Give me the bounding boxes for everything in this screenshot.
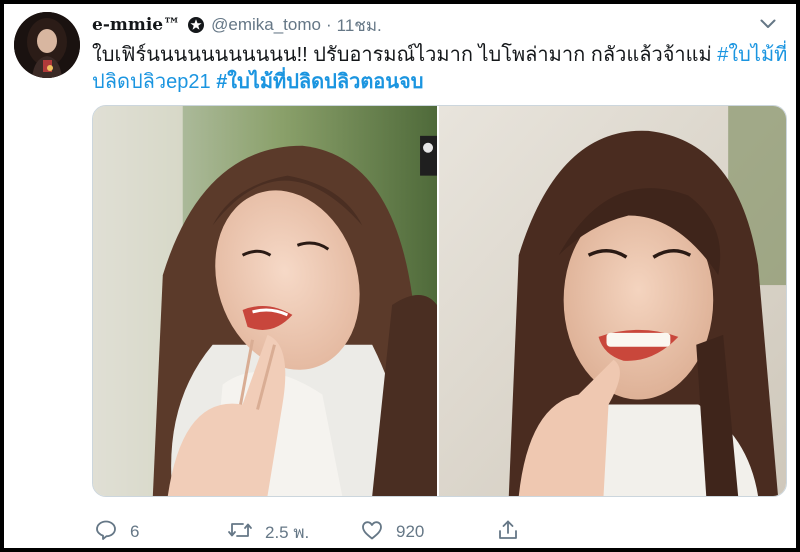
hashtag-link-2[interactable]: #ใบไม้ที่ปลิดปลิวตอนจบ [216, 71, 423, 93]
tweet-text-line-2: ปลิดปลิวep21 #ใบไม้ที่ปลิดปลิวตอนจบ [92, 69, 772, 96]
photo-right-image [439, 106, 786, 496]
tweet-card: e-mmie™ @emika_tomo · 11ชม. ใบเฟิร์นนนนน… [0, 0, 800, 552]
reply-count: 6 [130, 522, 140, 541]
share-button[interactable] [496, 518, 520, 547]
chevron-down-icon[interactable] [758, 17, 778, 31]
verified-badge-icon [187, 16, 205, 34]
header-separator: · [325, 15, 332, 34]
media-grid [92, 105, 787, 497]
tweet-header: e-mmie™ @emika_tomo · 11ชม. [92, 14, 382, 36]
reply-button[interactable]: 6 [94, 518, 139, 547]
photo-left[interactable] [93, 106, 437, 496]
like-count: 920 [396, 522, 425, 541]
retweet-button[interactable]: 2.5 พ. [227, 518, 309, 547]
tweet-timestamp[interactable]: 11ชม. [337, 12, 382, 39]
retweet-icon [227, 518, 253, 547]
tweet-actions: 6 2.5 พ. 920 [92, 518, 532, 546]
tweet-text: ใบเฟิร์นนนนนนนนนนน!! ปรับอารมณ์ไวมาก ไบโ… [92, 42, 787, 96]
avatar[interactable] [14, 12, 80, 78]
hashtag-link-1-start[interactable]: #ใบไม้ที่ [717, 44, 787, 66]
tweet-text-line-1: ใบเฟิร์นนนนนนนนนนน!! ปรับอารมณ์ไวมาก ไบโ… [92, 42, 787, 69]
like-button[interactable]: 920 [360, 518, 424, 547]
share-icon [496, 518, 520, 547]
retweet-count: 2.5 พ. [265, 522, 310, 542]
heart-icon [360, 518, 384, 547]
user-handle[interactable]: @emika_tomo [211, 15, 321, 35]
tweet-text-body: ใบเฟิร์นนนนนนนนนนน!! ปรับอารมณ์ไวมาก ไบโ… [92, 44, 718, 66]
photo-left-image [93, 106, 437, 496]
hashtag-link-1-end[interactable]: ปลิดปลิวep21 [92, 71, 211, 93]
reply-icon [94, 518, 118, 547]
display-name[interactable]: e-mmie™ [92, 15, 180, 35]
photo-right[interactable] [439, 106, 786, 496]
avatar-image [14, 12, 80, 78]
